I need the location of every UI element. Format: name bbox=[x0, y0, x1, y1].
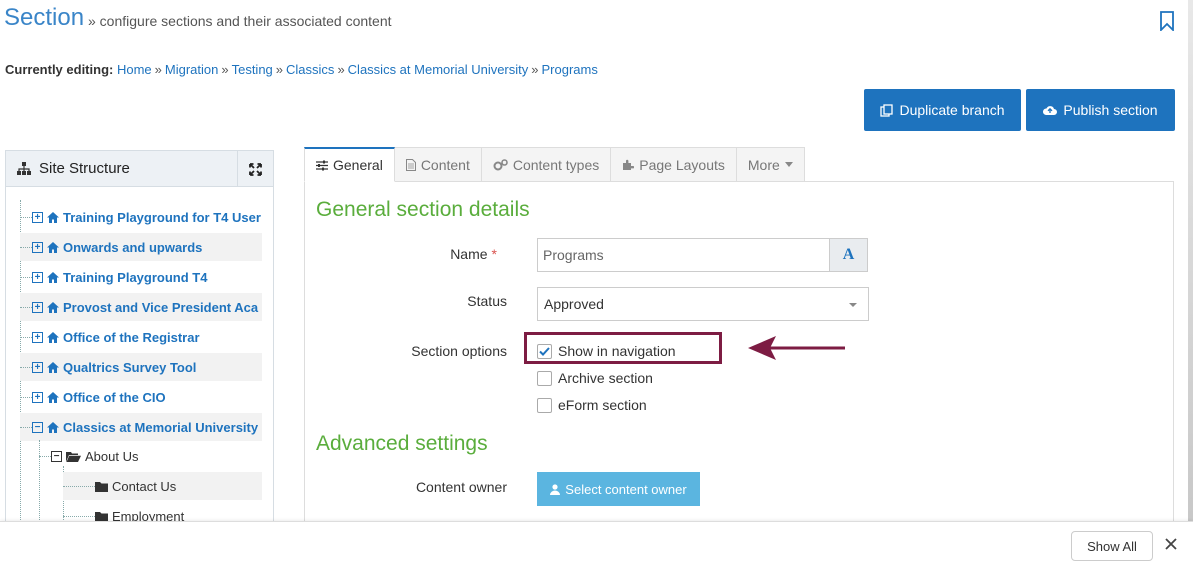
breadcrumb-classics-mun[interactable]: Classics at Memorial University bbox=[348, 62, 529, 77]
expand-icon[interactable]: + bbox=[32, 391, 43, 403]
site-structure-panel: Site Structure + Training Playground for… bbox=[5, 150, 274, 530]
publish-section-button[interactable]: Publish section bbox=[1026, 89, 1175, 131]
option-archive-section[interactable]: Archive section bbox=[537, 369, 653, 387]
tree-item-contact-us[interactable]: Contact Us bbox=[63, 472, 262, 500]
tab-general[interactable]: General bbox=[304, 147, 395, 182]
option-eform-section[interactable]: eForm section bbox=[537, 396, 647, 414]
breadcrumb: Currently editing: Home» Migration» Testin… bbox=[5, 62, 598, 77]
tree-item-onwards[interactable]: + Onwards and upwards bbox=[20, 233, 262, 261]
tree-item-classics-mun[interactable]: − Classics at Memorial University bbox=[20, 413, 262, 441]
home-icon bbox=[47, 391, 59, 403]
cloud-upload-icon bbox=[1043, 106, 1058, 115]
scrollbar[interactable] bbox=[1188, 0, 1193, 521]
eform-section-checkbox[interactable] bbox=[537, 397, 552, 413]
tab-more[interactable]: More bbox=[736, 147, 805, 182]
copy-icon bbox=[880, 103, 894, 117]
page-title: Section bbox=[4, 4, 85, 31]
caret-down-icon bbox=[784, 162, 793, 167]
breadcrumb-programs[interactable]: Programs bbox=[542, 62, 598, 77]
collapse-icon[interactable]: − bbox=[32, 421, 43, 433]
required-marker: * bbox=[491, 246, 497, 262]
home-icon bbox=[47, 361, 59, 373]
tree-item-cio[interactable]: + Office of the CIO bbox=[20, 383, 262, 411]
sitemap-icon bbox=[17, 162, 31, 175]
tab-content-types[interactable]: Content types bbox=[481, 147, 612, 182]
status-select[interactable]: Approved bbox=[537, 287, 869, 321]
expand-icon[interactable]: + bbox=[32, 361, 43, 373]
name-field[interactable]: Programs A bbox=[537, 238, 868, 272]
bookmark-icon[interactable] bbox=[1159, 11, 1175, 31]
show-all-button[interactable]: Show All bbox=[1071, 531, 1153, 561]
section-options-label: Section options bbox=[411, 343, 507, 359]
user-icon bbox=[550, 483, 561, 495]
caret-down-icon bbox=[849, 303, 857, 307]
tab-page-layouts[interactable]: Page Layouts bbox=[611, 147, 737, 182]
sliders-icon bbox=[316, 160, 328, 170]
archive-section-checkbox[interactable] bbox=[537, 370, 552, 386]
duplicate-branch-button[interactable]: Duplicate branch bbox=[864, 89, 1021, 131]
folder-icon bbox=[95, 481, 108, 492]
expand-arrows-icon bbox=[249, 162, 262, 176]
home-icon bbox=[47, 421, 59, 433]
home-icon bbox=[47, 211, 59, 223]
breadcrumb-classics[interactable]: Classics bbox=[286, 62, 334, 77]
puzzle-icon bbox=[623, 159, 635, 170]
tree-item-training-playground-user[interactable]: + Training Playground for T4 User bbox=[20, 203, 262, 231]
folder-open-icon bbox=[66, 451, 81, 462]
name-value: Programs bbox=[543, 247, 604, 263]
general-heading: General section details bbox=[316, 198, 530, 221]
annotation-arrow-icon bbox=[748, 336, 845, 360]
expand-icon[interactable]: + bbox=[32, 211, 43, 223]
tree-item-about-us[interactable]: − About Us bbox=[39, 442, 262, 470]
expand-panel-button[interactable] bbox=[237, 151, 273, 187]
status-value: Approved bbox=[544, 296, 604, 312]
collapse-icon[interactable]: − bbox=[51, 450, 62, 462]
select-content-owner-button[interactable]: Select content owner bbox=[537, 472, 700, 506]
name-label: Name * bbox=[450, 246, 497, 262]
close-icon[interactable] bbox=[1163, 536, 1179, 552]
expand-icon[interactable]: + bbox=[32, 271, 43, 283]
tree-item-training-playground-t4[interactable]: + Training Playground T4 bbox=[20, 263, 262, 291]
cogs-icon bbox=[493, 158, 508, 170]
content-owner-label: Content owner bbox=[415, 479, 507, 495]
advanced-heading: Advanced settings bbox=[316, 432, 488, 455]
tree-item-qualtrics[interactable]: + Qualtrics Survey Tool bbox=[20, 353, 262, 381]
expand-icon[interactable]: + bbox=[32, 241, 43, 253]
download-bar: Show All bbox=[0, 521, 1193, 567]
name-format-button[interactable]: A bbox=[829, 239, 867, 271]
home-icon bbox=[47, 241, 59, 253]
home-icon bbox=[47, 331, 59, 343]
expand-icon[interactable]: + bbox=[32, 331, 43, 343]
breadcrumb-label: Currently editing: bbox=[5, 62, 114, 77]
breadcrumb-home[interactable]: Home bbox=[117, 62, 152, 77]
tab-bar: General Content Content types Page Layou… bbox=[304, 147, 805, 182]
site-structure-header: Site Structure bbox=[6, 151, 273, 187]
expand-icon[interactable]: + bbox=[32, 301, 43, 313]
folder-icon bbox=[95, 511, 108, 522]
tree-item-provost[interactable]: + Provost and Vice President Aca bbox=[20, 293, 262, 321]
home-icon bbox=[47, 271, 59, 283]
tab-content[interactable]: Content bbox=[394, 147, 482, 182]
breadcrumb-testing[interactable]: Testing bbox=[232, 62, 273, 77]
document-icon bbox=[405, 158, 416, 171]
breadcrumb-migration[interactable]: Migration bbox=[165, 62, 218, 77]
page-subtitle: » configure sections and their associate… bbox=[88, 13, 392, 29]
status-label: Status bbox=[467, 293, 507, 309]
home-icon bbox=[47, 301, 59, 313]
annotation-highlight-box bbox=[524, 332, 722, 364]
duplicate-branch-label: Duplicate branch bbox=[899, 102, 1005, 118]
tree-item-registrar[interactable]: + Office of the Registrar bbox=[20, 323, 262, 351]
site-structure-title: Site Structure bbox=[39, 160, 130, 177]
publish-section-label: Publish section bbox=[1063, 102, 1158, 118]
